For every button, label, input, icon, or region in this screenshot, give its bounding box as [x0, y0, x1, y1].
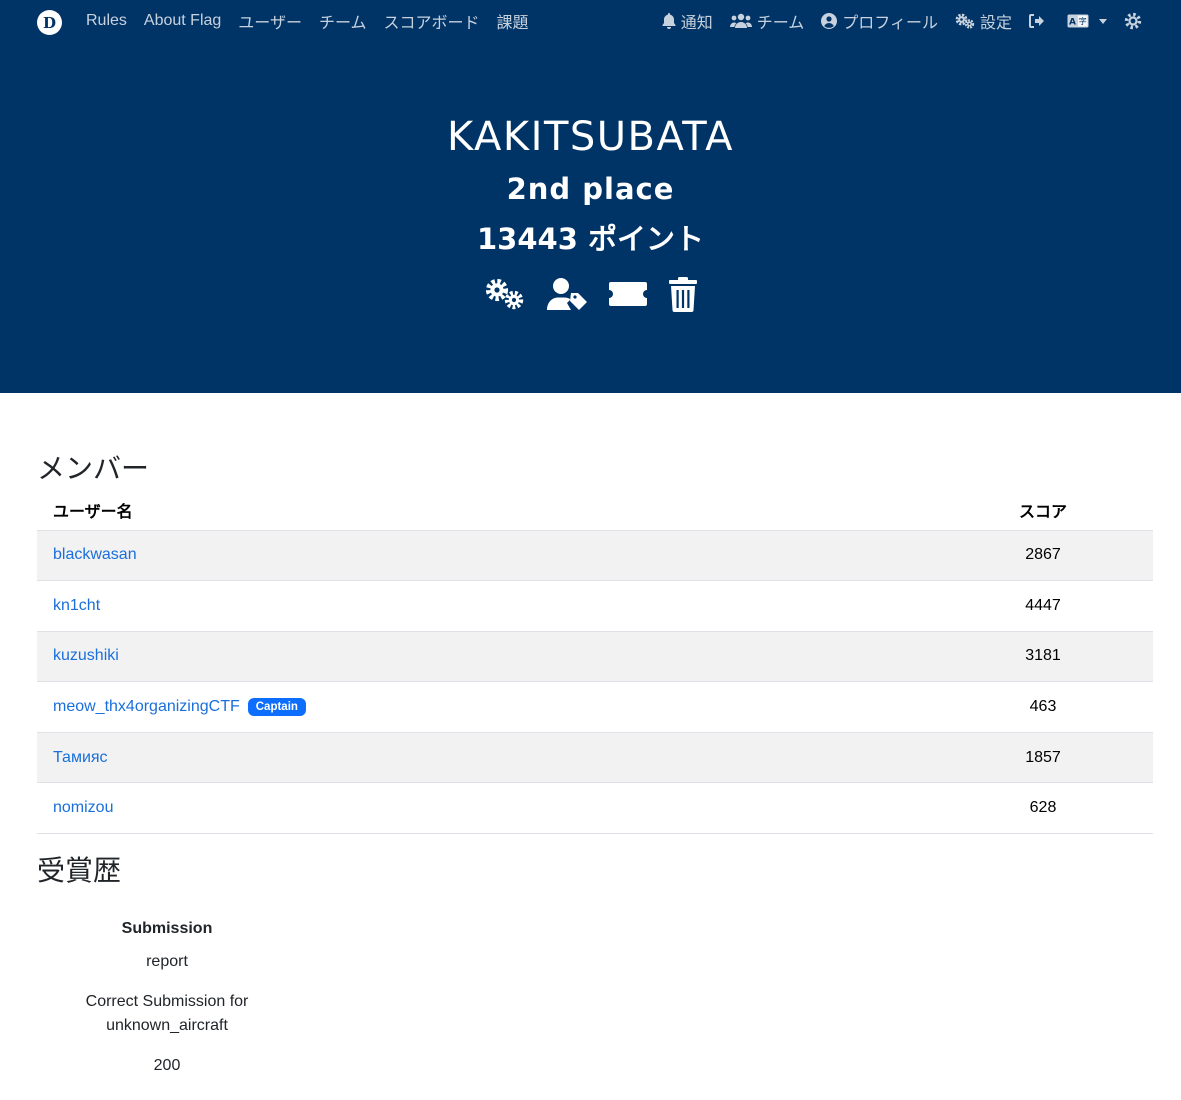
- nav-profile[interactable]: プロフィール: [821, 9, 938, 33]
- nav-settings[interactable]: 設定: [955, 9, 1012, 33]
- member-score: 4447: [933, 580, 1153, 632]
- team-actions: [0, 274, 1181, 314]
- gears-icon: [955, 13, 975, 29]
- nav-profile-label: プロフィール: [842, 15, 938, 32]
- bell-icon: [662, 13, 676, 29]
- member-link[interactable]: blackwasan: [53, 546, 137, 563]
- member-score: 2867: [933, 530, 1153, 582]
- team-invite-button[interactable]: [608, 274, 648, 314]
- member-name-cell: nomizou: [37, 782, 933, 835]
- nav-link-challenges[interactable]: 課題: [497, 9, 529, 33]
- member-score: 1857: [933, 732, 1153, 784]
- nav-notifications-label: 通知: [680, 15, 713, 32]
- members-table: ユーザー名 スコア blackwasan 2867 kn1cht 4447 ku…: [37, 490, 1153, 835]
- brand-logo[interactable]: D: [37, 10, 62, 35]
- nav-team-label: チーム: [756, 15, 805, 32]
- team-name: KAKITSUBATA: [447, 114, 734, 160]
- nav-right-links: 通知 チーム プロフィール 設定 A字: [645, 0, 1147, 42]
- svg-text:A: A: [1069, 18, 1076, 28]
- member-link[interactable]: kn1cht: [53, 597, 100, 614]
- member-link[interactable]: meow_thx4organizingCTF: [53, 698, 240, 715]
- team-delete-button[interactable]: [668, 274, 698, 314]
- nav-link-scoreboard[interactable]: スコアボード: [384, 9, 480, 33]
- award-description: Correct Submission for unknown_aircraft: [85, 993, 249, 1034]
- team-points: 13443 ポイント: [0, 216, 1181, 258]
- table-row: meow_thx4organizingCTF Captain 463: [37, 681, 1153, 733]
- sign-out-icon: [1029, 14, 1044, 28]
- table-row: kn1cht 4447: [37, 580, 1153, 632]
- sun-icon: [1124, 12, 1142, 30]
- column-header-username: ユーザー名: [37, 490, 933, 531]
- table-row: kuzushiki 3181: [37, 631, 1153, 683]
- team-points-unit: ポイント: [588, 222, 705, 256]
- nav-link-rules[interactable]: Rules: [86, 12, 127, 30]
- nav-left-links: Rules About Flag ユーザー チーム スコアボード 課題: [86, 0, 546, 42]
- member-name-cell: kn1cht: [37, 580, 933, 632]
- members-title: メンバー: [37, 453, 150, 484]
- table-row: blackwasan 2867: [37, 530, 1153, 582]
- team-points-value: 13443: [476, 222, 578, 256]
- member-score: 628: [933, 782, 1153, 835]
- table-row: nomizou 628: [37, 782, 1153, 835]
- member-link[interactable]: Тамияс: [53, 749, 108, 766]
- awards-table: Submission report Correct Submission for…: [37, 910, 297, 1094]
- member-link[interactable]: nomizou: [53, 799, 113, 816]
- user-tag-icon: [546, 278, 587, 310]
- column-header-score: スコア: [933, 490, 1153, 531]
- user-circle-icon: [821, 13, 838, 29]
- nav-link-users[interactable]: ユーザー: [238, 9, 302, 33]
- award-name: report: [146, 953, 188, 970]
- team-captain-button[interactable]: [546, 274, 588, 314]
- svg-text:字: 字: [1079, 16, 1087, 26]
- nav-team[interactable]: チーム: [729, 9, 805, 33]
- member-name-cell: meow_thx4organizingCTF Captain: [37, 681, 933, 733]
- brand-logo-letter: D: [42, 13, 56, 32]
- gears-icon: [485, 278, 523, 310]
- member-score: 463: [933, 681, 1153, 733]
- member-name-cell: kuzushiki: [37, 631, 933, 683]
- nav-settings-label: 設定: [979, 15, 1012, 32]
- navbar: D Rules About Flag ユーザー チーム スコアボード 課題 通知…: [0, 0, 1181, 42]
- nav-logout[interactable]: [1029, 14, 1050, 28]
- users-icon: [729, 13, 752, 28]
- nav-link-about-flag[interactable]: About Flag: [144, 12, 221, 30]
- awards-title: 受賞歴: [37, 855, 122, 886]
- member-name-cell: Тамияс: [37, 732, 933, 784]
- member-name-cell: blackwasan: [37, 530, 933, 582]
- team-place: 2nd place: [506, 172, 675, 206]
- nav-language[interactable]: A字: [1067, 14, 1107, 28]
- awards-column-header: Submission: [121, 920, 213, 937]
- nav-notifications[interactable]: 通知: [662, 9, 713, 33]
- table-row: Тамияс 1857: [37, 732, 1153, 784]
- ticket-icon: [608, 282, 647, 306]
- member-link[interactable]: kuzushiki: [53, 647, 119, 664]
- award-value: 200: [153, 1057, 181, 1074]
- language-icon: A字: [1067, 14, 1089, 28]
- nav-link-teams[interactable]: チーム: [319, 9, 367, 33]
- captain-badge: Captain: [247, 698, 306, 717]
- trash-icon: [668, 277, 697, 312]
- member-score: 3181: [933, 631, 1153, 683]
- team-settings-button[interactable]: [484, 274, 526, 314]
- caret-down-icon: [1099, 18, 1107, 24]
- nav-theme-toggle[interactable]: [1124, 12, 1147, 30]
- members-table-header: ユーザー名 スコア: [37, 490, 1153, 531]
